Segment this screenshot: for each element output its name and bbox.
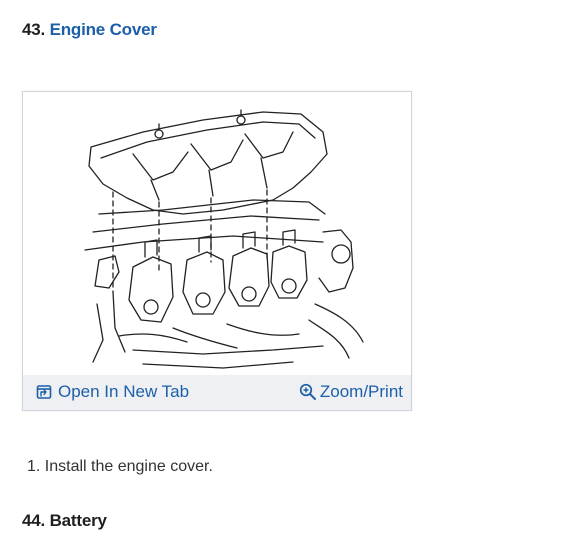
step-heading-engine-cover: 43. Engine Cover <box>22 20 157 40</box>
engine-cover-diagram <box>84 109 364 369</box>
figure-toolbar: Open In New Tab Zoom/Print <box>23 375 411 410</box>
open-in-new-tab-icon <box>36 385 52 399</box>
magnifier-plus-icon <box>299 383 316 400</box>
step-heading-battery: 44. Battery <box>22 511 107 531</box>
step-number: 43. <box>22 20 46 39</box>
instruction-number: 1. <box>27 458 41 475</box>
open-in-new-tab-label: Open In New Tab <box>58 382 190 401</box>
instruction-item: 1. Install the engine cover. <box>27 458 213 476</box>
instruction-list: 1. Install the engine cover. <box>27 458 213 476</box>
step-title: Battery <box>49 511 107 530</box>
open-in-new-tab-button[interactable]: Open In New Tab <box>36 381 189 403</box>
instruction-text: Install the engine cover. <box>44 458 213 475</box>
step-title-link[interactable]: Engine Cover <box>50 20 157 39</box>
engine-cover-figure: Open In New Tab Zoom/Print <box>22 91 412 411</box>
zoom-print-button[interactable]: Zoom/Print <box>299 381 403 403</box>
step-number: 44. <box>22 511 46 530</box>
zoom-print-label: Zoom/Print <box>319 382 403 401</box>
